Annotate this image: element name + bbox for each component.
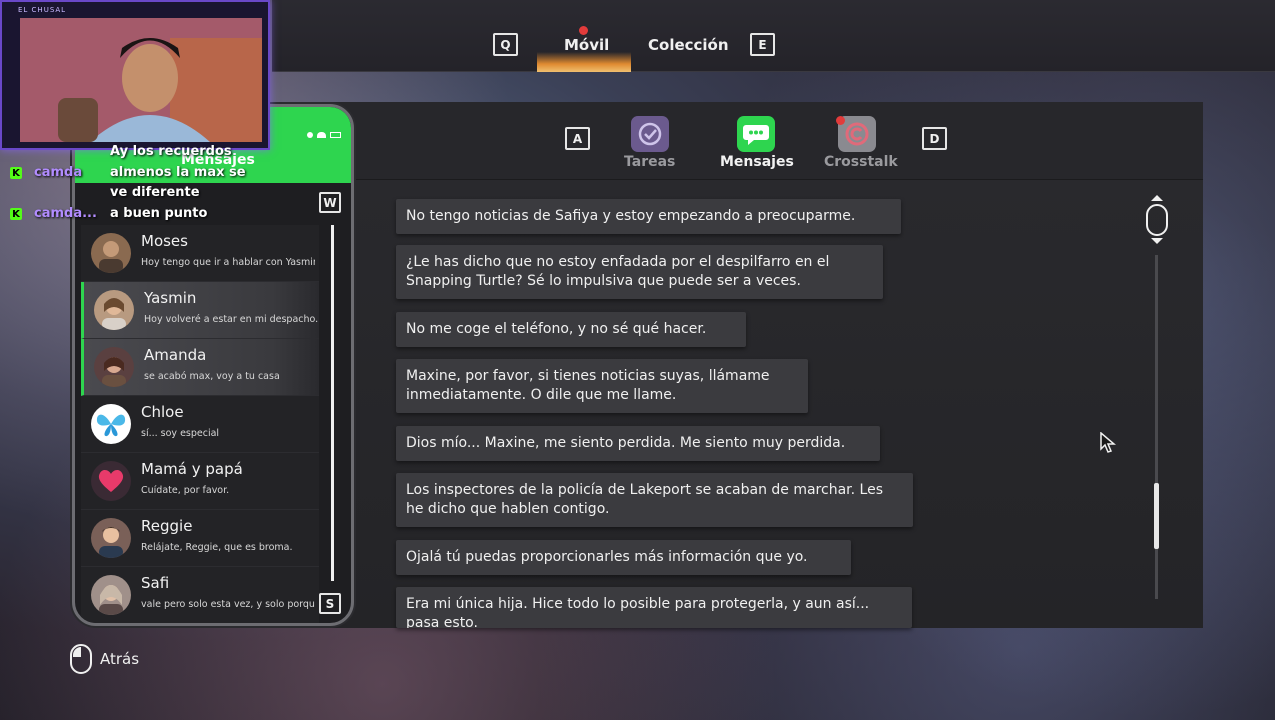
app-label-tareas[interactable]: Tareas [624,154,675,170]
message-bubble: ¿Le has dicho que no estoy enfadada por … [396,245,883,299]
streamer-label: EL CHUSAL [18,6,67,14]
contact-yasmin[interactable]: Yasmin Hoy volveré a estar en mi despach… [81,282,319,339]
message-bubble: No me coge el teléfono, y no sé qué hace… [396,312,746,347]
avatar [91,518,131,558]
avatar [91,575,131,615]
contact-name: Moses [141,232,188,250]
contact-preview: Cuídate, por favor. [141,485,230,496]
contact-name: Yasmin [144,289,197,307]
scrollbar-thumb[interactable] [1154,483,1159,549]
kick-badge-icon: K [10,167,22,179]
contact-preview: se acabó max, voy a tu casa [144,371,280,382]
mouse-scroll-icon [1146,204,1168,236]
key-w-hint[interactable]: W [319,192,341,213]
chat-username: camda [34,165,83,180]
contact-name: Mamá y papá [141,460,243,478]
scroll-up-icon[interactable] [1151,195,1163,201]
phone-scrollbar[interactable] [331,225,334,581]
contact-name: Amanda [144,346,207,364]
crosstalk-notification-dot [836,116,845,125]
contact-preview: sí... soy especial [141,428,220,439]
contact-chloe[interactable]: Chloe sí... soy especial [81,396,319,453]
webcam-overlay: EL CHUSAL [0,0,270,150]
key-e-hint[interactable]: E [750,33,775,56]
chat-message: Ay los recuerdos [110,144,232,159]
key-d-hint[interactable]: D [922,127,947,150]
contact-name: Reggie [141,517,193,535]
key-s-hint[interactable]: S [319,593,341,614]
message-bubble: Maxine, por favor, si tienes noticias su… [396,359,808,413]
message-bubble: Ojalá tú puedas proporcionarles más info… [396,540,851,575]
back-label: Atrás [100,650,140,668]
webcam-feed [20,18,262,142]
contact-name: Chloe [141,403,184,421]
kick-badge-icon: K [10,208,22,220]
chat-message: a buen punto [110,206,208,221]
key-q-hint[interactable]: Q [493,33,518,56]
message-bubble: Dios mío... Maxine, me siento perdida. M… [396,426,880,461]
contact-preview: Hoy tengo que ir a hablar con Yasmin [141,257,315,268]
contact-moses[interactable]: Moses Hoy tengo que ir a hablar con Yasm… [81,225,319,282]
app-label-crosstalk[interactable]: Crosstalk [824,154,898,170]
chat-message: almenos la max se [110,165,246,180]
avatar [91,233,131,273]
phone-frame: Mensajes W Moses Hoy tengo que ir a habl… [72,104,354,626]
butterfly-icon [91,404,131,444]
chat-message: ve diferente [110,185,200,200]
contact-preview: vale pero solo esta vez, y solo porque [141,599,315,610]
notification-dot [579,26,588,35]
tasks-icon[interactable] [631,116,669,152]
mouse-cursor-icon [1100,432,1116,453]
avatar [94,347,134,387]
scroll-down-icon[interactable] [1151,238,1163,244]
mouse-left-click-icon [70,644,92,674]
contact-mama-y-papa[interactable]: Mamá y papá Cuídate, por favor. [81,453,319,510]
message-bubble: Era mi única hija. Hice todo lo posible … [396,587,912,628]
messages-icon[interactable] [737,116,775,152]
app-label-mensajes[interactable]: Mensajes [720,154,794,170]
tab-coleccion[interactable]: Colección [648,36,729,54]
message-bubble: No tengo noticias de Safiya y estoy empe… [396,199,901,234]
tab-movil[interactable]: Móvil [564,36,609,54]
contact-amanda[interactable]: Amanda se acabó max, voy a tu casa [81,339,319,396]
contact-preview: Hoy volveré a estar en mi despacho. I [144,314,318,325]
contact-preview: Relájate, Reggie, que es broma. [141,542,293,553]
contact-safi[interactable]: Safi vale pero solo esta vez, y solo por… [81,567,319,623]
back-button[interactable]: Atrás [70,644,139,674]
active-tab-indicator [537,52,631,72]
contact-name: Safi [141,574,170,592]
chat-username: camda... [34,206,97,221]
contact-reggie[interactable]: Reggie Relájate, Reggie, que es broma. [81,510,319,567]
status-icons [307,132,341,138]
heart-icon [91,461,131,501]
message-bubble: Los inspectores de la policía de Lakepor… [396,473,913,527]
avatar [94,290,134,330]
key-a-hint[interactable]: A [565,127,590,150]
